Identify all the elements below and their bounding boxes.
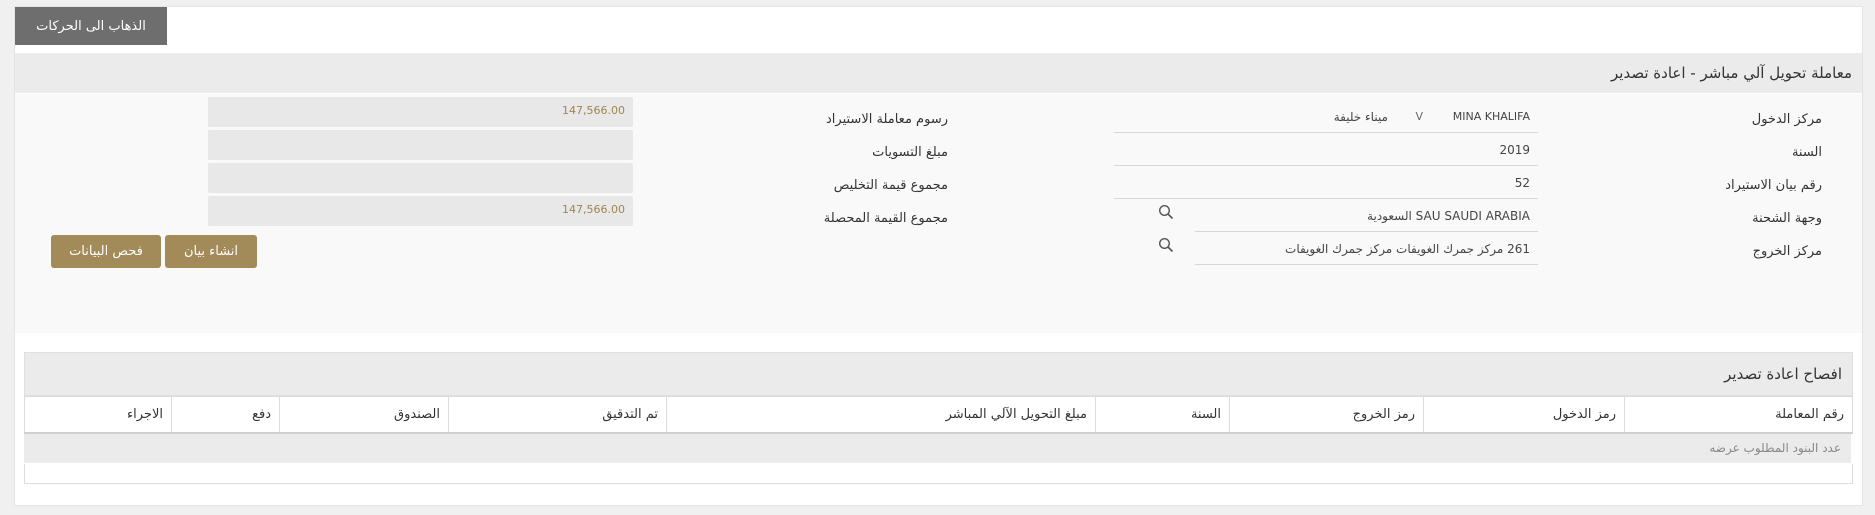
total-clearance-value-label: مجموع قيمة التخليص <box>833 178 948 193</box>
total-collected-value-label: مجموع القيمة المحصلة <box>823 211 948 226</box>
shipment-destination-label: وجهة الشحنة <box>1752 211 1822 226</box>
table-empty-row: عدد البنود المطلوب عرضه <box>24 434 1851 463</box>
column-audited[interactable]: تم التدقيق <box>448 397 666 432</box>
search-destination-icon[interactable] <box>1158 204 1174 220</box>
shipment-destination-value: SAU SAUDI ARABIA السعودية <box>1367 209 1530 223</box>
main-card: الذهاب الى الحركات معاملة تحويل آلي مباش… <box>14 6 1863 506</box>
section-title: معاملة تحويل آلي مباشر - اعادة تصدير <box>1611 64 1852 82</box>
import-declaration-number-field[interactable]: 52 <box>1114 168 1538 199</box>
import-fees-label: رسوم معاملة الاستيراد <box>826 112 948 127</box>
entry-center-select[interactable]: MINA KHALIFA V ميناء خليفة <box>1114 102 1538 133</box>
total-collected-value: 147,566.00 <box>562 203 625 216</box>
entry-center-value-en: MINA KHALIFA <box>1452 110 1530 123</box>
table-title: افصاح اعادة تصدير <box>1724 365 1842 383</box>
create-declaration-button[interactable]: انشاء بيان <box>165 235 257 268</box>
import-declaration-number-value: 52 <box>1514 176 1530 190</box>
column-fund[interactable]: الصندوق <box>279 397 448 432</box>
column-payment[interactable]: دفع <box>171 397 279 432</box>
dropdown-arrow-icon[interactable]: V <box>1415 110 1423 123</box>
section-header: معاملة تحويل آلي مباشر - اعادة تصدير <box>15 53 1862 93</box>
exit-center-label: مركز الخروج <box>1752 244 1822 259</box>
column-entry-code[interactable]: رمز الدخول <box>1423 397 1624 432</box>
check-data-button[interactable]: فحص البيانات <box>51 235 161 268</box>
settlements-amount-field <box>208 130 633 160</box>
year-label: السنة <box>1791 145 1822 160</box>
table-column-headers: رقم المعاملة رمز الدخول رمز الخروج السنة… <box>24 396 1853 434</box>
exit-center-field[interactable]: 261 مركز جمرك الغويفات مركز جمرك الغويفا… <box>1195 234 1538 265</box>
entry-center-value-ar: ميناء خليفة <box>1333 110 1388 124</box>
search-exit-center-icon[interactable] <box>1158 237 1174 253</box>
table-footer <box>24 464 1853 484</box>
column-action[interactable]: الاجراء <box>27 397 171 432</box>
year-value: 2019 <box>1499 143 1530 157</box>
go-to-movements-button[interactable]: الذهاب الى الحركات <box>15 7 167 45</box>
import-declaration-number-label: رقم بيان الاستيراد <box>1725 178 1822 193</box>
shipment-destination-field[interactable]: SAU SAUDI ARABIA السعودية <box>1195 201 1538 232</box>
column-transaction-number[interactable]: رقم المعاملة <box>1624 397 1852 432</box>
entry-center-label: مركز الدخول <box>1751 112 1822 127</box>
table-header-bar: افصاح اعادة تصدير <box>24 352 1853 396</box>
import-fees-value: 147,566.00 <box>562 104 625 117</box>
column-exit-code[interactable]: رمز الخروج <box>1229 397 1423 432</box>
form-area: مركز الدخول السنة رقم بيان الاستيراد وجه… <box>15 94 1862 333</box>
exit-center-value: 261 مركز جمرك الغويفات مركز جمرك الغويفا… <box>1285 242 1530 256</box>
total-clearance-value-field <box>208 163 633 193</box>
column-direct-transfer-amount[interactable]: مبلغ التحويل الآلي المباشر <box>666 397 1095 432</box>
column-year[interactable]: السنة <box>1095 397 1229 432</box>
year-field[interactable]: 2019 <box>1114 135 1538 166</box>
total-collected-value-field: 147,566.00 <box>208 196 633 226</box>
import-fees-field: 147,566.00 <box>208 97 633 127</box>
settlements-amount-label: مبلغ التسويات <box>872 145 948 160</box>
empty-table-text: عدد البنود المطلوب عرضه <box>1709 441 1841 455</box>
